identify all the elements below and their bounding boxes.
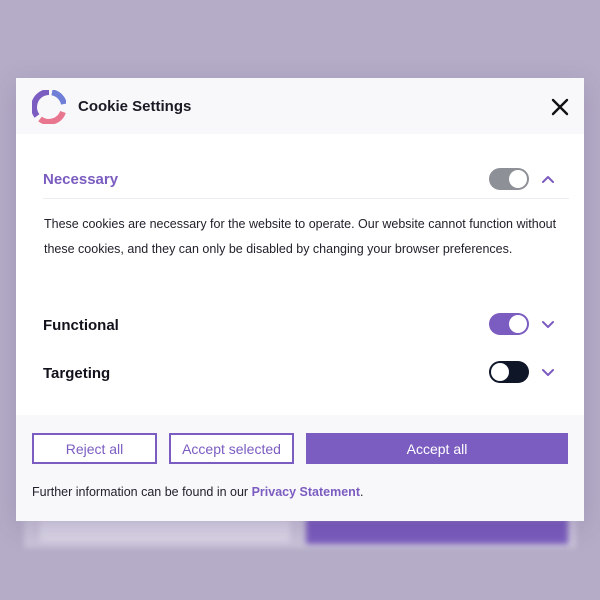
dialog-header: Cookie Settings [16, 78, 584, 134]
privacy-statement-link[interactable]: Privacy Statement [252, 485, 360, 499]
dialog-footer: Reject all Accept selected Accept all Fu… [16, 415, 584, 521]
section-label-necessary[interactable]: Necessary [43, 171, 118, 188]
toggle-knob [491, 363, 509, 381]
background-page-button [306, 518, 568, 544]
chevron-up-icon[interactable] [541, 172, 555, 186]
footer-note-text: Further information can be found in our [32, 485, 249, 499]
section-label-targeting[interactable]: Targeting [43, 365, 110, 382]
section-necessary: Necessary [43, 166, 569, 192]
cookie-settings-dialog: Cookie Settings Necessary These cookies … [16, 78, 584, 521]
necessary-description: These cookies are necessary for the webs… [44, 217, 557, 256]
footer-note-suffix: . [359, 485, 364, 499]
toggle-necessary[interactable] [489, 168, 529, 190]
toggle-functional[interactable] [489, 313, 529, 335]
section-label-functional[interactable]: Functional [43, 317, 119, 334]
dialog-title: Cookie Settings [78, 98, 192, 115]
accept-all-button[interactable]: Accept all [306, 433, 568, 464]
section-targeting: Targeting [43, 360, 569, 386]
donut-ring-logo-icon [32, 90, 66, 124]
section-divider [43, 198, 569, 199]
toggle-knob [509, 170, 527, 188]
footer-note: Further information can be found in our … [32, 485, 363, 499]
section-functional: Functional [43, 312, 569, 338]
reject-all-button[interactable]: Reject all [32, 433, 157, 464]
accept-selected-button[interactable]: Accept selected [169, 433, 294, 464]
background-page-button [40, 520, 290, 542]
chevron-down-icon[interactable] [541, 365, 555, 379]
toggle-knob [509, 315, 527, 333]
chevron-down-icon[interactable] [541, 317, 555, 331]
toggle-targeting[interactable] [489, 361, 529, 383]
close-icon[interactable] [548, 95, 572, 119]
